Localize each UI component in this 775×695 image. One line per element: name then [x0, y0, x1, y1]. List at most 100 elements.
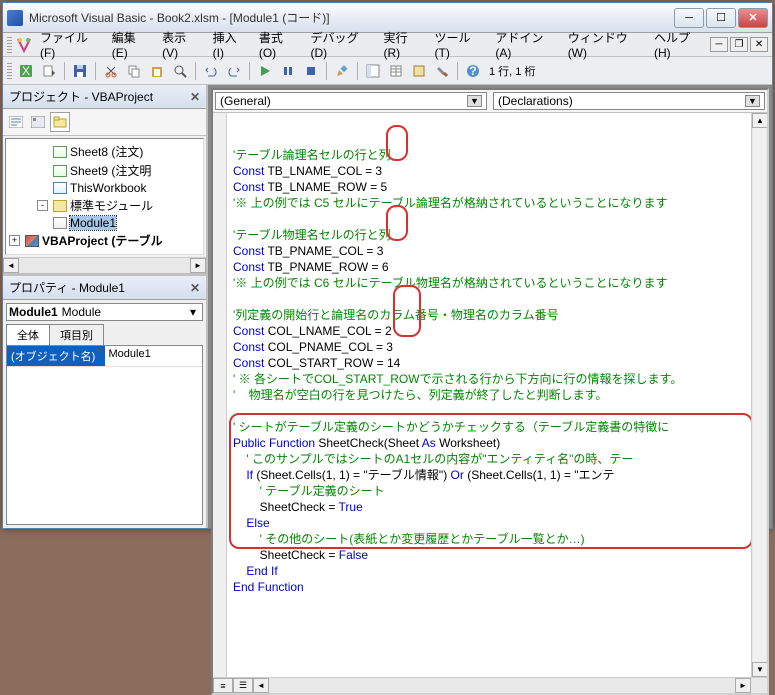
- toolbox-button[interactable]: [431, 60, 453, 82]
- tree-item-label: Sheet9 (注文明: [70, 162, 151, 179]
- dropdown-icon[interactable]: ▾: [186, 305, 200, 319]
- project-panel-close-icon[interactable]: ✕: [190, 90, 200, 104]
- menu-addins[interactable]: アドイン(A): [489, 26, 559, 63]
- mdi-minimize-button[interactable]: ─: [710, 37, 728, 52]
- vba-editor-window: Microsoft Visual Basic - Book2.xlsm - [M…: [2, 2, 773, 529]
- run-button[interactable]: [254, 60, 276, 82]
- object-browser-button[interactable]: [408, 60, 430, 82]
- object-dropdown-value: (General): [220, 94, 271, 108]
- menu-edit[interactable]: 編集(E): [106, 26, 154, 63]
- help-button[interactable]: ?: [462, 60, 484, 82]
- toggle-folders-button[interactable]: [50, 112, 70, 132]
- chevron-down-icon[interactable]: ▼: [467, 95, 482, 107]
- object-dropdown[interactable]: (General) ▼: [215, 92, 487, 110]
- procedure-view-button[interactable]: ≡: [213, 678, 233, 693]
- design-mode-button[interactable]: [331, 60, 353, 82]
- chevron-down-icon[interactable]: ▼: [745, 95, 760, 107]
- scroll-down-icon[interactable]: ▼: [752, 662, 767, 677]
- redo-button[interactable]: [223, 60, 245, 82]
- scroll-right-icon[interactable]: ►: [735, 678, 751, 693]
- tree-item[interactable]: + VBAProject (テーブル: [9, 231, 200, 250]
- project-explorer-button[interactable]: [362, 60, 384, 82]
- tree-item[interactable]: -標準モジュール: [9, 196, 200, 215]
- scrollbar-thumb[interactable]: [753, 128, 766, 662]
- tree-item[interactable]: Sheet8 (注文): [9, 142, 200, 161]
- properties-object-type: Module: [62, 305, 101, 319]
- view-code-button[interactable]: [6, 112, 26, 132]
- main-area: プロジェクト - VBAProject ✕ Sheet8 (注文) Sheet9 …: [3, 85, 772, 528]
- project-panel-label: プロジェクト - VBAProject: [9, 88, 153, 105]
- module-icon: [53, 217, 67, 229]
- properties-panel-title: プロパティ - Module1 ✕: [3, 276, 206, 300]
- menu-run[interactable]: 実行(R): [377, 26, 426, 63]
- menu-tools[interactable]: ツール(T): [429, 26, 488, 63]
- view-object-button[interactable]: [28, 112, 48, 132]
- scroll-left-icon[interactable]: ◄: [3, 258, 19, 273]
- view-excel-button[interactable]: X: [15, 60, 37, 82]
- folder-icon: [53, 200, 67, 212]
- menu-help[interactable]: ヘルプ(H): [648, 26, 708, 63]
- tree-item-label: Sheet8 (注文): [70, 143, 143, 160]
- menu-view[interactable]: 表示(V): [156, 26, 204, 63]
- tree-item[interactable]: ThisWorkbook: [9, 180, 200, 196]
- properties-panel-close-icon[interactable]: ✕: [190, 281, 200, 295]
- minimize-button[interactable]: ─: [674, 8, 704, 28]
- code-bottom-bar: ≡ ☰ ◄ ►: [213, 677, 767, 693]
- scroll-left-icon[interactable]: ◄: [253, 678, 269, 693]
- mdi-close-button[interactable]: ✕: [750, 37, 768, 52]
- tree-item[interactable]: Sheet9 (注文明: [9, 161, 200, 180]
- save-button[interactable]: [69, 60, 91, 82]
- insert-dropdown-button[interactable]: [38, 60, 60, 82]
- project-toolbar: [3, 109, 206, 136]
- menu-insert[interactable]: 挿入(I): [207, 26, 251, 63]
- expand-icon[interactable]: -: [37, 200, 48, 211]
- property-value[interactable]: Module1: [105, 346, 203, 366]
- menu-debug[interactable]: デバッグ(D): [305, 26, 376, 63]
- undo-button[interactable]: [200, 60, 222, 82]
- menu-file[interactable]: ファイル(F): [34, 26, 104, 63]
- code-dropdown-bar: (General) ▼ (Declarations) ▼: [213, 90, 767, 113]
- toolbar-gripper[interactable]: [7, 63, 12, 79]
- prop-tab-cat[interactable]: 項目別: [49, 324, 104, 345]
- find-button[interactable]: [169, 60, 191, 82]
- prop-tab-all[interactable]: 全体: [6, 324, 50, 345]
- maximize-button[interactable]: ☐: [706, 8, 736, 28]
- expand-icon[interactable]: +: [9, 235, 20, 246]
- tree-item-label: VBAProject (テーブル: [42, 232, 163, 249]
- menu-format[interactable]: 書式(O): [253, 26, 303, 63]
- tree-scrollbar-h[interactable]: ◄ ►: [3, 257, 206, 273]
- sheet-icon: [53, 165, 67, 177]
- project-tree[interactable]: Sheet8 (注文) Sheet9 (注文明 ThisWorkbook-標準モジュ…: [5, 138, 204, 255]
- code-scrollbar-h[interactable]: ◄ ►: [253, 678, 751, 693]
- break-button[interactable]: [277, 60, 299, 82]
- scroll-up-icon[interactable]: ▲: [752, 113, 767, 128]
- code-area: 'テーブル論理名セルの行と列Const TB_LNAME_COL = 3Cons…: [213, 113, 767, 677]
- mdi-buttons: ─ ❐ ✕: [710, 37, 768, 52]
- tree-item[interactable]: Module1: [9, 215, 200, 231]
- procedure-dropdown-value: (Declarations): [498, 94, 573, 108]
- menu-window[interactable]: ウィンドウ(W): [562, 26, 646, 63]
- full-module-view-button[interactable]: ☰: [233, 678, 253, 693]
- copy-button[interactable]: [123, 60, 145, 82]
- gripper[interactable]: [7, 37, 12, 53]
- right-pane: (General) ▼ (Declarations) ▼ 'テーブル論理名セルの…: [208, 85, 772, 528]
- scroll-right-icon[interactable]: ►: [190, 258, 206, 273]
- window-buttons: ─ ☐ ✕: [674, 8, 768, 28]
- code-gutter[interactable]: [213, 113, 227, 677]
- properties-button[interactable]: [385, 60, 407, 82]
- cursor-position: 1 行, 1 桁: [489, 63, 609, 79]
- proj-icon: [25, 235, 39, 247]
- cut-button[interactable]: [100, 60, 122, 82]
- properties-grid[interactable]: (オブジェクト名) Module1: [6, 345, 203, 525]
- code-editor[interactable]: 'テーブル論理名セルの行と列Const TB_LNAME_COL = 3Cons…: [227, 113, 751, 677]
- close-button[interactable]: ✕: [738, 8, 768, 28]
- paste-button[interactable]: [146, 60, 168, 82]
- procedure-dropdown[interactable]: (Declarations) ▼: [493, 92, 765, 110]
- properties-tabs: 全体 項目別: [3, 324, 206, 345]
- tree-item-label: ThisWorkbook: [70, 181, 146, 195]
- property-row[interactable]: (オブジェクト名) Module1: [7, 346, 202, 367]
- mdi-restore-button[interactable]: ❐: [730, 37, 748, 52]
- properties-object-combo[interactable]: Module1 Module ▾: [6, 303, 203, 321]
- reset-button[interactable]: [300, 60, 322, 82]
- code-scrollbar-v[interactable]: ▲ ▼: [751, 113, 767, 677]
